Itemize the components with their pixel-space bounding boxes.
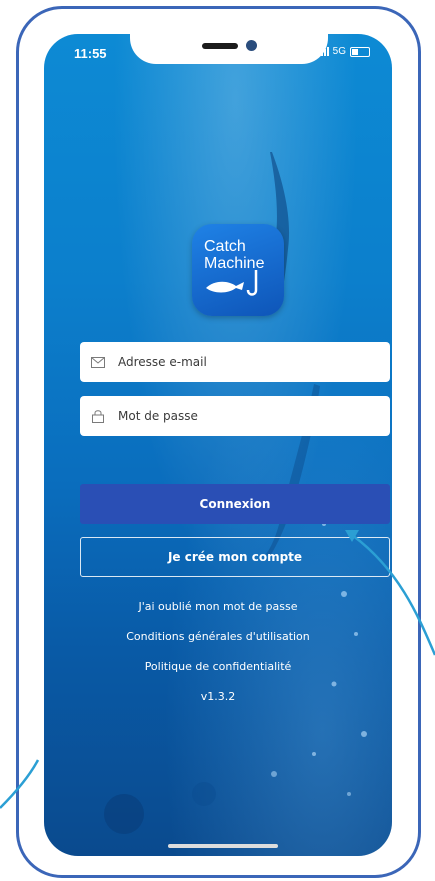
callout-arrow xyxy=(0,530,435,809)
page: 11:55 5G Catch Machine Adresse e-mail Co… xyxy=(0,0,435,881)
